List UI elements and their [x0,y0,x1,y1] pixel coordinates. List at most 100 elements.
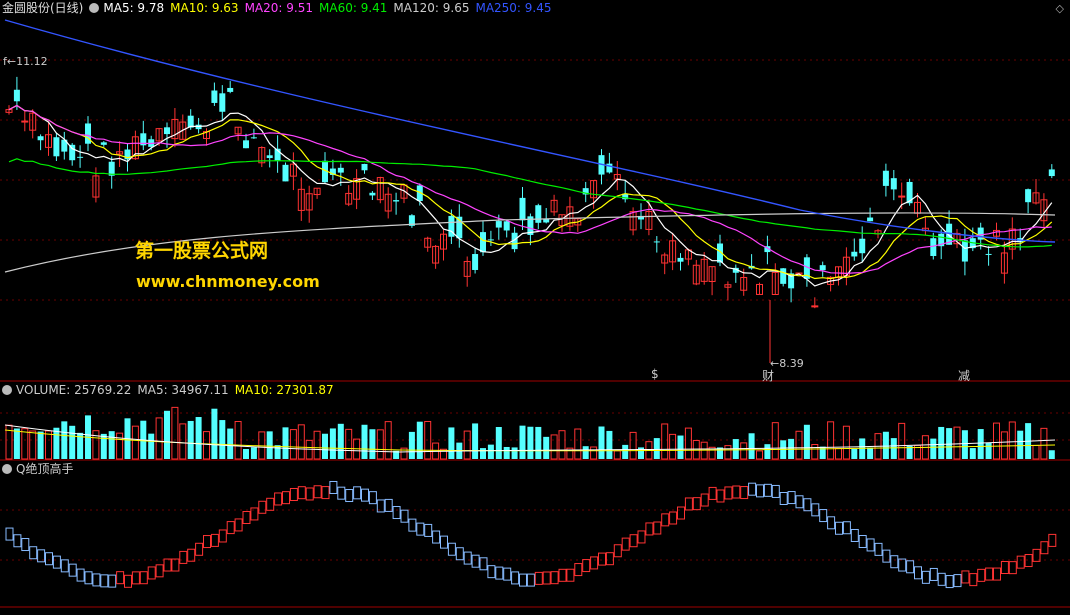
indicator-box [131,571,140,585]
volume-bar [898,422,906,460]
volume-bar [756,450,763,460]
volume-bar [724,445,732,460]
indicator-box [550,571,559,585]
indicator-box [937,572,946,586]
volume-bar [977,429,984,459]
indicator-box [447,542,456,556]
candle-body [851,251,858,257]
indicator-box [929,567,938,581]
candle-body [898,195,906,198]
volume-bar [771,422,779,460]
indicator-box [605,552,614,566]
volume-bar [289,429,297,460]
indicator-box [210,533,219,547]
marker-dollar[interactable]: $ [651,367,659,381]
candle-body [961,240,968,262]
indicator-box [993,567,1001,581]
indicator-box [329,480,338,494]
indicator-box [669,511,678,525]
candle-body [69,144,76,161]
indicator-box [740,486,749,500]
candle-body [519,197,526,221]
ma-legend-item-2: MA20: 9.51 [244,1,313,15]
low-price-label: ←8.39 [770,357,804,370]
volume-bar [590,446,598,460]
indicator-box [45,552,53,566]
volume-bar [274,445,281,459]
indicator-box [558,568,567,582]
indicator-box [305,487,314,501]
candle-body [53,137,60,157]
indicator-box [511,571,520,585]
volume-bar [61,421,68,459]
volume-legend-item-1: MA5: 34967.11 [137,383,229,397]
indicator-box [945,575,954,589]
candle-body [859,238,866,254]
indicator-box [684,497,693,511]
indicator-box [266,497,275,511]
indicator-box [495,566,504,580]
indicator-box [108,574,117,588]
indicator-box [289,487,298,501]
indicator-box [487,565,496,579]
volume-menu-icon[interactable] [2,385,12,395]
volume-bar [171,406,179,460]
main-header: 金圆股份(日线) MA5: 9.78 MA10: 9.63 MA20: 9.51 MA6… [2,0,564,16]
volume-bar [1040,427,1048,460]
candle-body [211,90,218,103]
volume-bar [598,426,605,459]
volume-bar [629,431,637,460]
indicator-menu-icon[interactable] [2,464,12,474]
marker-finance[interactable]: 财 [762,367,774,384]
marker-reduce[interactable]: 减 [958,367,970,384]
indicator-box [692,497,701,511]
settings-circle-icon[interactable] [89,3,100,13]
indicator-box [621,537,630,551]
volume-bar [13,428,20,459]
indicator-box [969,573,978,587]
volume-bar [890,438,897,459]
indicator-box [218,529,227,543]
volume-bar [480,448,486,459]
volume-bar [558,430,566,460]
volume-bar [345,428,353,460]
indicator-box [163,558,172,572]
volume-bar [329,428,336,459]
indicator-box [139,571,148,585]
candle-body [882,170,889,186]
stock-title: 金圆股份(日线) [2,1,84,15]
volume-bar [1017,430,1024,459]
candle-body [811,305,819,308]
indicator-box [526,573,535,587]
volume-bar [219,420,226,459]
volume-bar [148,433,155,459]
indicator-box [898,558,907,572]
indicator-box [416,522,425,536]
volume-bar [867,447,874,459]
indicator-box [100,574,109,588]
indicator-box [637,530,646,544]
volume-bar [282,427,289,459]
indicator-box [756,484,764,498]
volume-bar [851,448,858,459]
indicator-box [345,489,354,503]
indicator-box [827,516,836,530]
diamond-icon[interactable]: ◇ [1056,2,1064,15]
indicator-box [700,493,709,507]
candle-body [472,254,479,270]
candle-body [227,87,234,92]
volume-bar [740,442,748,460]
candle-body [1025,189,1032,203]
volume-bar [29,430,37,460]
volume-bar [795,430,803,460]
indicator-box [1040,541,1049,555]
ma-legend-item-4: MA120: 9.65 [393,1,470,15]
stock-chart[interactable] [0,0,1070,615]
indicator-box [155,564,164,578]
volume-bar [527,426,534,459]
indicator-box [542,571,551,585]
volume-bar [195,417,202,459]
candle-body [13,89,20,102]
volume-bar [92,430,100,460]
candle-body [282,164,289,182]
